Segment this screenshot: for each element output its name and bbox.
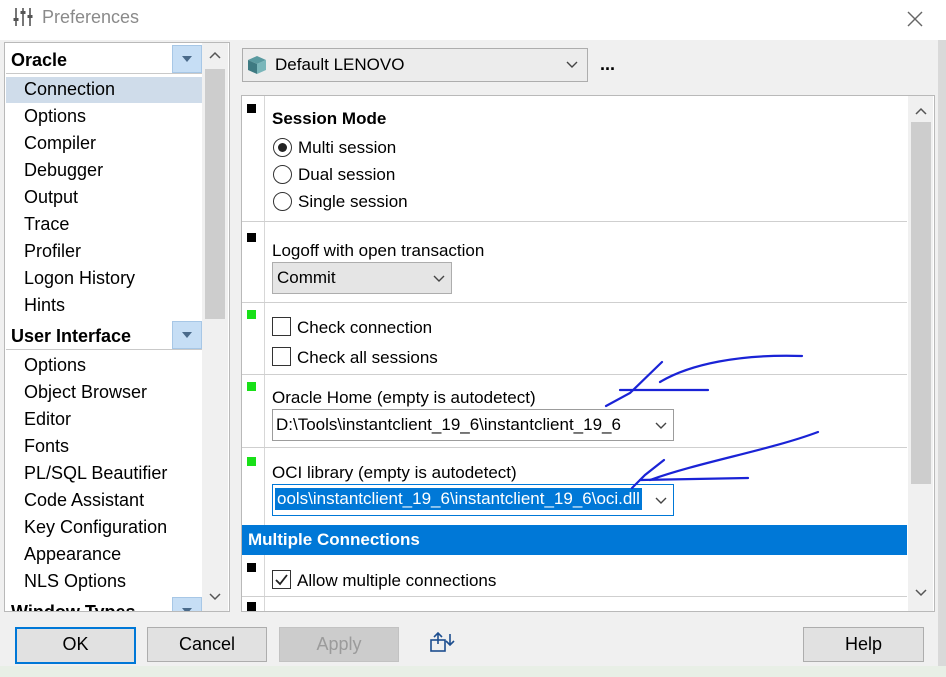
changed-marker [247,310,256,319]
separator [242,374,907,375]
check-all-sessions-checkbox[interactable] [272,347,291,366]
preferences-icon [13,8,33,26]
oci-library-label: OCI library (empty is autodetect) [272,463,517,482]
title-bar: Preferences [0,0,946,40]
category-item-fonts[interactable]: Fonts [24,433,69,460]
category-header-label: User Interface [11,326,132,346]
radio-label: Multi session [298,138,397,157]
allow-multiple-connections-checkbox[interactable] [272,570,291,589]
divider [264,448,265,525]
separator [242,221,907,222]
section-header-multiple-connections: Multiple Connections [242,525,907,555]
checkbox-label: Allow multiple connections [297,571,497,590]
scroll-up-icon[interactable] [207,49,223,61]
settings-scroll-thumb[interactable] [911,122,931,484]
category-item-appearance[interactable]: Appearance [24,541,121,568]
collapse-dropdown-icon[interactable] [172,597,202,611]
default-marker [247,602,256,611]
category-item-object-browser[interactable]: Object Browser [24,379,147,406]
profile-more-button[interactable]: ... [600,54,615,75]
logoff-label: Logoff with open transaction [272,241,485,260]
category-header-user-interface[interactable]: User Interface [6,321,202,350]
radio-label: Single session [298,192,408,211]
collapse-dropdown-icon[interactable] [172,321,202,349]
divider [264,222,265,302]
radio-dual-session[interactable] [273,165,292,184]
window-title: Preferences [42,7,140,27]
oracle-home-value: D:\Tools\instantclient_19_6\instantclien… [276,415,621,434]
profile-dropdown[interactable]: Default LENOVO [242,48,588,82]
check-connection-checkbox[interactable] [272,317,291,336]
ok-button[interactable]: OK [15,627,136,664]
profile-value: Default LENOVO [275,55,405,74]
scroll-down-icon[interactable] [207,591,223,603]
divider [264,375,265,447]
import-export-icon[interactable] [428,630,458,654]
separator [242,596,907,597]
cancel-button[interactable]: Cancel [147,627,267,662]
divider [264,555,265,611]
changed-marker [247,382,256,391]
scroll-up-icon[interactable] [913,105,929,117]
checkbox-label: Check connection [297,318,433,337]
oci-library-combo[interactable]: ools\instantclient_19_6\instantclient_19… [272,484,674,516]
database-profile-icon [248,56,266,74]
divider [264,303,265,374]
checkbox-label: Check all sessions [297,348,438,367]
category-header-window-types[interactable]: Window Types [6,597,202,612]
oracle-home-label: Oracle Home (empty is autodetect) [272,388,536,407]
close-icon[interactable] [902,6,928,32]
default-marker [247,563,256,572]
radio-single-session[interactable] [273,192,292,211]
category-item-ui-options[interactable]: Options [24,352,86,379]
chevron-down-icon [649,410,673,440]
category-item-logon-history[interactable]: Logon History [24,265,135,292]
chevron-down-icon [649,485,673,515]
collapse-dropdown-icon[interactable] [172,45,202,73]
category-header-label: Oracle [11,50,68,70]
apply-button[interactable]: Apply [279,627,399,662]
category-item-nls-options[interactable]: NLS Options [24,568,126,595]
separator [242,302,907,303]
chevron-down-icon [427,263,451,293]
category-item-hints[interactable]: Hints [24,292,65,319]
changed-marker [247,457,256,466]
category-item-trace[interactable]: Trace [24,211,69,238]
divider [264,96,265,221]
scroll-down-icon[interactable] [913,587,929,599]
oci-library-value: ools\instantclient_19_6\instantclient_19… [275,488,642,510]
logoff-combo[interactable]: Commit [272,262,452,294]
radio-label: Dual session [298,165,396,184]
section-title: Multiple Connections [248,530,420,549]
category-item-output[interactable]: Output [24,184,78,211]
logoff-value: Commit [277,268,336,287]
category-item-compiler[interactable]: Compiler [24,130,96,157]
background-window-edge [938,40,946,666]
checkmark-icon [275,574,288,586]
category-scroll-thumb[interactable] [205,69,225,319]
settings-panel: Session Mode Multi session Dual session … [241,95,935,612]
session-mode-title: Session Mode [272,109,387,128]
category-header-label: Window Types [11,602,136,612]
radio-multi-session[interactable] [273,138,292,157]
default-marker [247,233,256,242]
help-button[interactable]: Help [803,627,924,662]
category-item-key-configuration[interactable]: Key Configuration [24,514,167,541]
category-item-profiler[interactable]: Profiler [24,238,81,265]
category-item-code-assistant[interactable]: Code Assistant [24,487,144,514]
background-window-strip [0,666,946,677]
category-item-connection[interactable]: Connection [24,76,115,103]
category-item-editor[interactable]: Editor [24,406,71,433]
chevron-down-icon [566,61,578,68]
oracle-home-combo[interactable]: D:\Tools\instantclient_19_6\instantclien… [272,409,674,441]
default-marker [247,104,256,113]
category-header-oracle[interactable]: Oracle [6,45,202,74]
category-item-options[interactable]: Options [24,103,86,130]
category-item-plsql-beautifier[interactable]: PL/SQL Beautifier [24,460,167,487]
category-item-debugger[interactable]: Debugger [24,157,103,184]
category-tree: Oracle Connection Options Compiler Debug… [4,42,230,612]
separator [242,447,907,448]
